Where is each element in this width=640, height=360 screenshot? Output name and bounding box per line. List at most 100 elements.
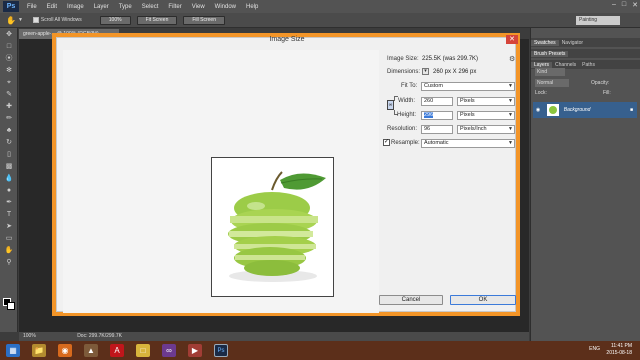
explorer-icon[interactable]: 📁 — [32, 344, 46, 357]
gradient-tool-icon[interactable]: ▩ — [3, 162, 15, 172]
cancel-button[interactable]: Cancel — [379, 295, 443, 305]
eraser-tool-icon[interactable]: ▯ — [3, 150, 15, 160]
status-bar: 100% Doc: 299.7K/299.7K — [19, 332, 529, 341]
folder-icon[interactable]: □ — [136, 344, 150, 357]
pen-tool-icon[interactable]: ✒ — [3, 198, 15, 208]
height-unit-value: Pixels — [460, 112, 475, 118]
width-unit-select[interactable]: Pixels ▼ — [457, 97, 515, 106]
blend-mode-select[interactable]: Normal — [535, 79, 569, 87]
shape-tool-icon[interactable]: ▭ — [3, 234, 15, 244]
resolution-input[interactable]: 96 — [421, 125, 453, 134]
chevron-down-icon: ▼ — [508, 126, 513, 132]
visual-studio-icon[interactable]: ∞ — [162, 344, 176, 357]
layer-filter-kind[interactable]: Kind — [535, 68, 565, 76]
lasso-tool-icon[interactable]: ⦿ — [3, 54, 15, 64]
ok-button[interactable]: OK — [450, 295, 516, 305]
menu-layer[interactable]: Layer — [89, 4, 114, 10]
dimensions-value: 260 px X 296 px — [433, 69, 477, 75]
hand-tool-icon[interactable]: ✋ — [3, 246, 15, 256]
healing-tool-icon[interactable]: ✚ — [3, 102, 15, 112]
clone-stamp-tool-icon[interactable]: ♣ — [3, 126, 15, 136]
background-color-swatch[interactable] — [7, 302, 15, 310]
chevron-down-icon: ▼ — [508, 140, 513, 146]
tool-preset-chevron-icon[interactable]: ▼ — [18, 17, 23, 23]
clock-time: 11:41 PM — [610, 343, 632, 349]
menu-window[interactable]: Window — [210, 4, 241, 10]
lock-icon: ■ — [629, 107, 633, 113]
history-brush-tool-icon[interactable]: ↻ — [3, 138, 15, 148]
height-unit-select[interactable]: Pixels ▼ — [457, 111, 515, 120]
photoshop-taskbar-icon[interactable]: Ps — [214, 344, 228, 357]
height-input-selected-text: 296 — [424, 112, 434, 118]
path-select-tool-icon[interactable]: ➤ — [3, 222, 15, 232]
workspace-select[interactable]: Painting — [576, 16, 620, 25]
width-input[interactable]: 260 — [421, 97, 453, 106]
type-tool-icon[interactable]: T — [3, 210, 15, 220]
tab-navigator[interactable]: Navigator — [559, 40, 586, 46]
zoom-level[interactable]: 100% — [23, 333, 36, 339]
height-input[interactable]: 296 — [421, 111, 453, 120]
tab-brush-presets[interactable]: Brush Presets — [531, 50, 569, 57]
app-icon[interactable]: ▲ — [84, 344, 98, 357]
resample-select[interactable]: Automatic ▼ — [421, 139, 515, 148]
menu-file[interactable]: File — [22, 4, 42, 10]
acrobat-icon[interactable]: A — [110, 344, 124, 357]
settings-gear-icon[interactable]: ⚙ — [509, 55, 515, 63]
lock-label: Lock: — [535, 90, 547, 96]
start-windows-icon[interactable]: ▦ — [6, 344, 20, 357]
marquee-tool-icon[interactable]: □ — [3, 42, 15, 52]
tab-layers[interactable]: Layers — [531, 61, 553, 68]
quick-select-tool-icon[interactable]: ✻ — [3, 66, 15, 76]
menu-type[interactable]: Type — [114, 4, 137, 10]
firefox-icon[interactable]: ◉ — [58, 344, 72, 357]
fill-label: Fill: — [603, 90, 611, 96]
right-panels: Swatches Navigator Brush Presets Layers … — [530, 28, 640, 341]
blur-tool-icon[interactable]: 💧 — [3, 174, 15, 184]
menu-help[interactable]: Help — [241, 4, 263, 10]
zoom-100-button[interactable]: 100% — [99, 15, 131, 25]
dimensions-label: Dimensions: — [387, 69, 421, 75]
close-icon[interactable]: ✕ — [632, 1, 638, 9]
system-clock[interactable]: ENG 11:41 PM 2015-08-18 — [589, 343, 632, 357]
dimensions-unit-toggle-icon[interactable]: ▾ — [422, 68, 429, 75]
crop-tool-icon[interactable]: ⌖ — [3, 78, 15, 88]
constrain-proportions-link-icon[interactable]: ∞ — [387, 100, 394, 110]
fill-screen-button[interactable]: Fill Screen — [183, 15, 225, 25]
language-indicator[interactable]: ENG — [589, 346, 600, 353]
brush-tool-icon[interactable]: ✏ — [3, 114, 15, 124]
resample-value: Automatic — [424, 140, 449, 146]
media-icon[interactable]: ▶ — [188, 344, 202, 357]
tab-channels[interactable]: Channels — [552, 62, 579, 68]
minimize-icon[interactable]: – — [612, 1, 616, 9]
visibility-eye-icon[interactable]: ◉ — [533, 102, 543, 118]
image-preview[interactable] — [211, 157, 334, 297]
menu-image[interactable]: Image — [62, 4, 89, 10]
resolution-label: Resolution: — [387, 126, 418, 132]
dialog-close-button[interactable]: ✕ — [506, 35, 518, 44]
menu-filter[interactable]: Filter — [163, 4, 186, 10]
fit-screen-button[interactable]: Fit Screen — [136, 15, 178, 25]
dodge-tool-icon[interactable]: ● — [3, 186, 15, 196]
chevron-down-icon: ▼ — [508, 98, 513, 104]
menu-view[interactable]: View — [187, 4, 210, 10]
eyedropper-tool-icon[interactable]: ✎ — [3, 90, 15, 100]
move-tool-icon[interactable]: ✥ — [3, 30, 15, 40]
layer-name: Background — [563, 107, 591, 113]
restore-icon[interactable]: □ — [622, 1, 626, 9]
scroll-all-windows-checkbox[interactable] — [32, 17, 39, 23]
scroll-all-windows-option[interactable]: Scroll All Windows — [32, 17, 82, 23]
layer-row-background[interactable]: ◉ Background ■ — [533, 102, 637, 118]
fit-to-value: Custom — [424, 83, 443, 89]
menu-select[interactable]: Select — [137, 4, 164, 10]
menu-edit[interactable]: Edit — [42, 4, 62, 10]
photoshop-logo: Ps — [3, 1, 19, 12]
resolution-unit-select[interactable]: Pixels/Inch ▼ — [457, 125, 515, 134]
fit-to-select[interactable]: Custom ▼ — [421, 82, 515, 91]
green-apple-image — [228, 171, 326, 282]
fit-to-label: Fit To: — [401, 83, 418, 89]
resample-checkbox[interactable]: ✓ — [383, 139, 390, 146]
tab-paths[interactable]: Paths — [579, 62, 598, 68]
tab-swatches[interactable]: Swatches — [531, 39, 559, 46]
zoom-tool-icon[interactable]: ⚲ — [3, 258, 15, 268]
image-preview-area — [63, 50, 379, 313]
